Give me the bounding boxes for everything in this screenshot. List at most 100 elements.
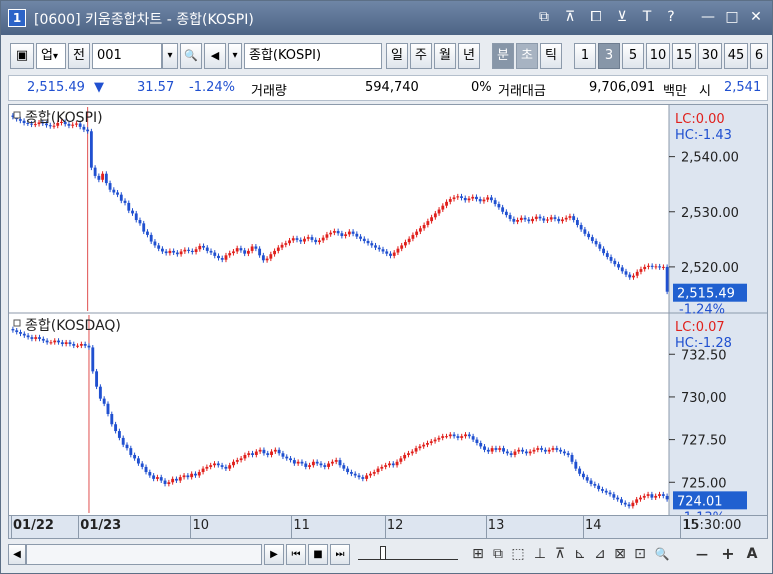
candle-body — [116, 192, 119, 195]
market-select[interactable]: 업▾ — [36, 43, 66, 69]
candle-body — [325, 234, 329, 238]
crosshair-icon[interactable]: ⊥ — [530, 544, 550, 565]
search-icon[interactable]: 🔍 — [180, 43, 202, 69]
candle-body — [665, 495, 669, 500]
copy-window-icon[interactable]: ⧠ — [587, 8, 605, 26]
zoom-in-button[interactable]: + — [718, 544, 738, 565]
code-dropdown-icon[interactable]: ▾ — [162, 43, 178, 69]
period-tick-button[interactable]: 틱 — [540, 43, 562, 69]
zoom-slider[interactable] — [358, 546, 458, 560]
candle-body — [239, 458, 243, 461]
sound-icon[interactable]: ◀ — [204, 43, 226, 69]
grid-icon[interactable]: ⊞ — [468, 544, 488, 565]
play-button[interactable]: ▶ — [264, 544, 284, 565]
candle-body — [250, 246, 254, 251]
area-icon[interactable]: ⬚ — [508, 544, 528, 565]
minute-3-button[interactable]: 3 — [598, 43, 620, 69]
volume-value: 594,740 — [365, 80, 419, 95]
close-icon[interactable]: ✕ — [747, 8, 765, 26]
prev-button[interactable]: 전 — [68, 43, 90, 69]
candle-body — [152, 475, 156, 479]
sound-dropdown-icon[interactable]: ▾ — [228, 43, 242, 69]
candle-body — [489, 197, 493, 201]
candle-body — [585, 477, 589, 481]
zoom-out-button[interactable]: — — [692, 544, 712, 565]
maximize-icon[interactable]: □ — [723, 8, 741, 26]
x-axis-time: 15:30:00 — [683, 518, 742, 533]
minute-30-button[interactable]: 30 — [698, 43, 722, 69]
scroll-track[interactable] — [26, 544, 262, 565]
candle-body — [445, 436, 448, 438]
candle-body — [262, 449, 266, 454]
trendline-icon[interactable]: ⊼ — [550, 544, 570, 565]
candle-body — [494, 448, 498, 450]
stop-button[interactable]: ■ — [308, 544, 328, 565]
minimize-icon[interactable]: — — [699, 8, 717, 26]
period-week-button[interactable]: 주 — [410, 43, 432, 69]
period-month-button[interactable]: 월 — [434, 43, 456, 69]
candle-body — [34, 337, 38, 339]
x-axis-label: 01/23 — [80, 518, 122, 533]
candle-body — [418, 446, 422, 449]
candle-body — [400, 245, 404, 249]
candle-body — [632, 275, 635, 278]
font-size-button[interactable]: A — [742, 544, 762, 565]
open-label: 시 — [699, 84, 711, 99]
rewind-button[interactable]: ⏮ — [286, 544, 306, 565]
candle-body — [497, 204, 501, 208]
minute-10-button[interactable]: 10 — [646, 43, 670, 69]
toolbar-toggle-icon[interactable]: ⊻ — [613, 8, 631, 26]
candle-body — [616, 497, 620, 500]
candle-body — [164, 251, 168, 254]
y-tick-label: 2,530.00 — [681, 206, 739, 221]
candle-body — [460, 436, 464, 438]
title-bar[interactable]: 1 [0600] 키움종합차트 - 종합(KOSPI) ⧉ ⊼ ⧠ ⊻ T ? … — [1, 1, 772, 35]
layout-icon[interactable]: ▣ — [10, 43, 34, 69]
candle-body — [357, 475, 361, 478]
minute-1-button[interactable]: 1 — [574, 43, 596, 69]
candle-body — [536, 448, 540, 450]
candle-body — [600, 489, 604, 491]
help-icon[interactable]: ? — [662, 8, 680, 26]
candle-body — [175, 252, 179, 255]
candle-body — [338, 460, 342, 466]
candle-body — [243, 250, 247, 254]
minute-15-button[interactable]: 15 — [672, 43, 696, 69]
candle-body — [306, 237, 310, 239]
zoom-icon[interactable]: 🔍 — [652, 544, 672, 565]
period-second-button[interactable]: 초 — [516, 43, 538, 69]
candle-body — [426, 443, 429, 445]
link-icon[interactable]: ⧉ — [535, 8, 553, 26]
candle-body — [235, 248, 239, 252]
candle-body — [620, 499, 623, 503]
candle-body — [475, 439, 479, 444]
minute-45-button[interactable]: 45 — [724, 43, 748, 69]
period-day-button[interactable]: 일 — [386, 43, 408, 69]
chart-area[interactable]: 2,540.00 2,530.00 2,520.00 종합(KOSPI) LC:0.00… — [8, 104, 768, 525]
pin-icon[interactable]: ⊼ — [561, 8, 579, 26]
code-input[interactable]: 001 — [92, 43, 162, 69]
candle-body — [418, 228, 422, 232]
period-year-button[interactable]: 년 — [458, 43, 480, 69]
zoom-slider-handle[interactable] — [380, 546, 386, 560]
minute-5-button[interactable]: 5 — [622, 43, 644, 69]
draw-line-icon[interactable]: ⊾ — [570, 544, 590, 565]
hc-label: HC:-1.28 — [675, 336, 732, 351]
draw-angle-icon[interactable]: ⊿ — [590, 544, 610, 565]
x-axis-label: 10 — [192, 518, 209, 533]
chart-svg[interactable]: 2,540.00 2,530.00 2,520.00 종합(KOSPI) LC:0.00… — [9, 105, 767, 525]
scroll-left-button[interactable]: ◀ — [8, 544, 26, 565]
candle-body — [624, 271, 628, 275]
candle-body — [490, 448, 494, 452]
fast-forward-button[interactable]: ⏭ — [330, 544, 350, 565]
candle-body — [547, 449, 551, 452]
minute-60-button[interactable]: 6 — [750, 43, 768, 69]
period-minute-button[interactable]: 분 — [492, 43, 514, 69]
candle-body — [125, 444, 129, 449]
copy-chart-icon[interactable]: ⊡ — [630, 544, 650, 565]
font-icon[interactable]: T — [638, 8, 656, 26]
overlay-icon[interactable]: ⧉ — [488, 544, 508, 565]
candle-body — [209, 250, 213, 253]
price-change: 31.57 — [137, 80, 175, 95]
erase-icon[interactable]: ⊠ — [610, 544, 630, 565]
